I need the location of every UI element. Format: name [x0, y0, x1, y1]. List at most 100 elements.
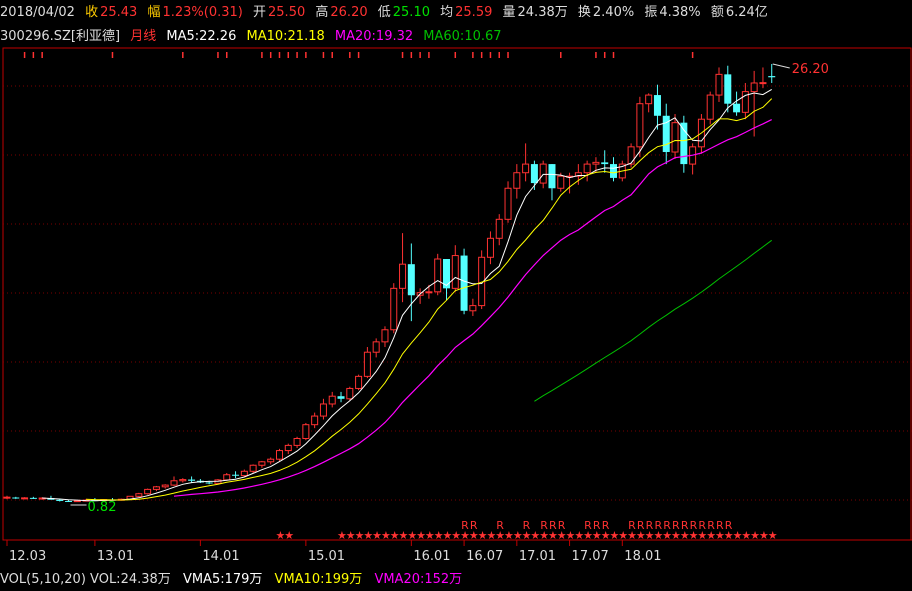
plot-frame — [2, 47, 912, 541]
candle-body-up — [750, 82, 758, 93]
candle-body-down — [188, 479, 196, 481]
vol-value-label: VOL:24.38万 — [90, 572, 171, 587]
r-signal: R — [698, 519, 706, 532]
candle-body-up — [469, 305, 477, 312]
candle-body-up — [302, 424, 310, 439]
x-tick-label: 16.07 — [466, 549, 503, 564]
candle-body-up — [284, 444, 292, 452]
max-price-label: 26.20 — [792, 62, 829, 77]
r-signal: R — [558, 519, 566, 532]
candle-body-up — [381, 329, 389, 343]
candle-body-up — [363, 351, 371, 377]
r-signal: R — [725, 519, 733, 532]
candle-body-down — [601, 162, 609, 165]
candle-body-up — [522, 163, 530, 174]
r-signal: R — [646, 519, 654, 532]
candle-body-down — [407, 264, 415, 296]
r-signal: R — [690, 519, 698, 532]
candle-body-up — [179, 479, 187, 482]
candle-body-up — [759, 82, 767, 85]
candle-body-up — [434, 258, 442, 293]
r-signal: R — [628, 519, 636, 532]
star-signal: ★ — [284, 529, 294, 542]
min-price-label: 0.82 — [88, 500, 117, 515]
candle-body-down — [530, 164, 538, 184]
candle-body-up — [170, 480, 178, 486]
candle-body-down — [610, 164, 618, 178]
candle-body-up — [671, 122, 679, 153]
candle-body-up — [557, 175, 565, 189]
r-signal: R — [672, 519, 680, 532]
r-signal: R — [540, 519, 548, 532]
ma5-line — [42, 88, 772, 502]
r-signal: R — [593, 519, 601, 532]
candle-body-down — [724, 74, 732, 104]
candle-body-up — [372, 341, 380, 353]
candle-body-up — [319, 403, 327, 417]
candle-body-down — [232, 474, 240, 476]
candle-body-down — [29, 497, 37, 499]
r-signal: R — [549, 519, 557, 532]
candle-body-up — [346, 387, 354, 400]
candle-body-up — [706, 94, 714, 120]
volume-bar: VOL(5,10,20) VOL:24.38万 VMA5:179万 VMA10:… — [0, 568, 912, 591]
candle-body-up — [645, 94, 653, 105]
candle-body-down — [733, 103, 741, 113]
candle-body-down — [12, 497, 20, 499]
candle-body-down — [653, 95, 661, 116]
candle-body-up — [135, 493, 143, 497]
r-signal: R — [496, 519, 504, 532]
candle-body-up — [21, 497, 29, 500]
candle-body-up — [583, 163, 591, 174]
candlestick-chart[interactable]: 26.20 0.82 12.03 13.01 14.01 15.01 16.01 16.07 1… — [0, 0, 912, 568]
candle-body-up — [486, 237, 494, 258]
x-tick-label: 13.01 — [97, 549, 134, 564]
candle-body-up — [451, 255, 459, 289]
max-pointer — [772, 63, 790, 69]
r-signal: R — [654, 519, 662, 532]
candle-body-up — [3, 496, 11, 499]
ma10-line — [86, 98, 773, 501]
candle-body-down — [548, 164, 556, 189]
candle-body-down — [680, 122, 688, 165]
candle-body-up — [223, 474, 231, 481]
candle-body-down — [205, 482, 213, 484]
candle-body-up — [311, 415, 319, 426]
star-signal: ★ — [768, 529, 778, 542]
candle-body-up — [495, 218, 503, 239]
candle-body-up — [636, 103, 644, 148]
candle-body-up — [161, 484, 169, 488]
ma60-line — [534, 239, 773, 402]
candle-body-up — [355, 375, 363, 389]
x-tick-label: 17.01 — [519, 549, 556, 564]
x-tick-label: 17.07 — [572, 549, 609, 564]
candle-body-down — [337, 396, 345, 399]
vma5-label: VMA5:179万 — [182, 572, 263, 587]
candle-body-down — [65, 500, 73, 502]
candle-body-down — [56, 499, 64, 501]
candle-body-up — [258, 461, 266, 466]
x-tick-label: 16.01 — [413, 549, 450, 564]
vma10-label: VMA10:199万 — [274, 572, 363, 587]
r-signal: R — [707, 519, 715, 532]
candle-body-up — [504, 187, 512, 220]
r-signal: R — [584, 519, 592, 532]
candle-body-up — [390, 287, 398, 331]
candle-body-up — [539, 163, 547, 184]
candle-body-up — [328, 395, 336, 405]
candle-body-up — [144, 488, 152, 495]
candle-body-up — [240, 470, 248, 477]
candle-body-down — [768, 76, 776, 78]
r-signal: R — [716, 519, 724, 532]
candle-body-up — [152, 486, 160, 490]
candle-body-up — [249, 464, 257, 472]
r-signal: R — [602, 519, 610, 532]
vol-indicator-label[interactable]: VOL(5,10,20) — [0, 572, 86, 587]
candle-body-up — [715, 73, 723, 96]
r-signal: R — [681, 519, 689, 532]
candle-body-up — [592, 161, 600, 165]
x-tick-label: 18.01 — [624, 549, 661, 564]
candle-body-up — [425, 291, 433, 294]
r-signal: R — [663, 519, 671, 532]
vma20-label: VMA20:152万 — [374, 572, 463, 587]
